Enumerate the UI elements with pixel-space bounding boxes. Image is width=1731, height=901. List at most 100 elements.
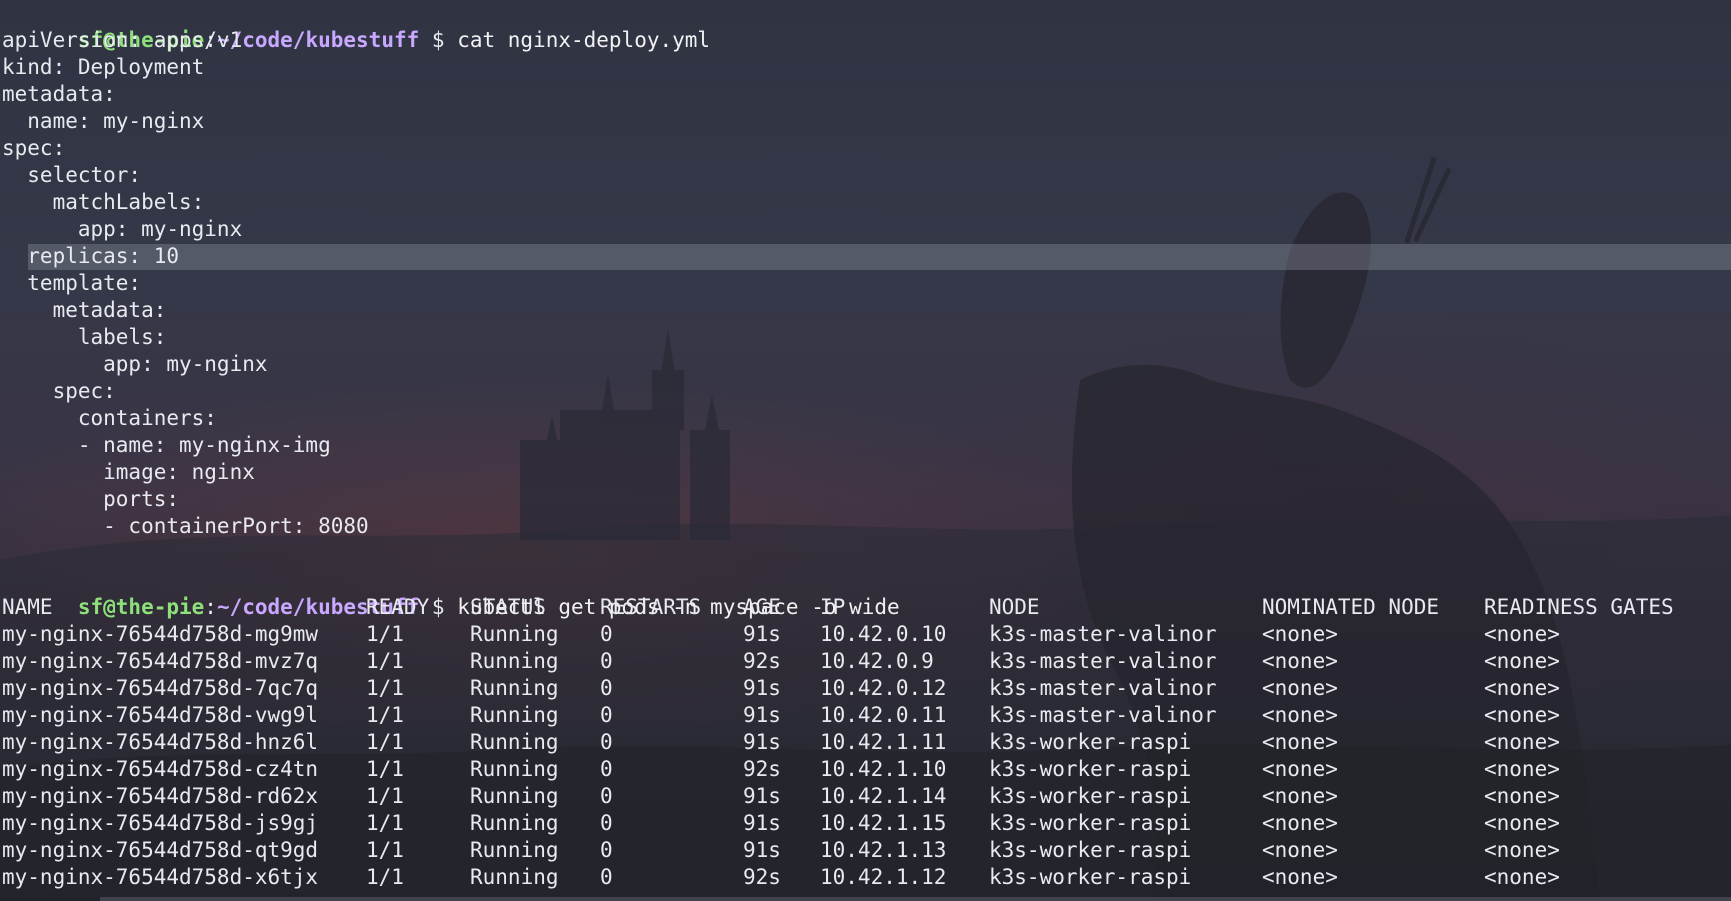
- cell-age: 91s: [743, 676, 781, 700]
- cell-restarts: 0: [600, 838, 613, 862]
- cell-age: 91s: [743, 811, 781, 835]
- cell-node: k3s-master-valinor: [989, 703, 1217, 727]
- cell-pod-name: my-nginx-76544d758d-mvz7q: [2, 649, 319, 673]
- cell-ip: 10.42.1.14: [820, 784, 947, 808]
- cell-nominated-node: <none>: [1262, 730, 1338, 754]
- cell-restarts: 0: [600, 757, 613, 781]
- yaml-line: apiVersion: apps/v1: [2, 28, 243, 52]
- cell-nominated-node: <none>: [1262, 784, 1338, 808]
- cell-status: Running: [470, 730, 559, 754]
- cell-ready: 1/1: [366, 811, 404, 835]
- cell-age: 92s: [743, 757, 781, 781]
- horizontal-scrollbar[interactable]: [100, 897, 1731, 901]
- table-header-row: NAME READY STATUS RESTARTS AGE IP NODE N…: [2, 594, 1731, 621]
- header-name: NAME: [2, 595, 53, 619]
- prompt-line-kubectl: sf@the-pie:~/code/kubestuff $ kubectl ge…: [2, 567, 1731, 619]
- cell-readiness-gates: <none>: [1484, 703, 1560, 727]
- header-node: NODE: [989, 595, 1040, 619]
- cell-restarts: 0: [600, 730, 613, 754]
- cell-node: k3s-worker-raspi: [989, 757, 1192, 781]
- cell-age: 91s: [743, 784, 781, 808]
- cell-ip: 10.42.1.13: [820, 838, 947, 862]
- cell-readiness-gates: <none>: [1484, 649, 1560, 673]
- yaml-line: app: my-nginx: [2, 217, 243, 241]
- cell-ip: 10.42.1.11: [820, 730, 947, 754]
- cell-readiness-gates: <none>: [1484, 811, 1560, 835]
- cell-status: Running: [470, 784, 559, 808]
- cell-pod-name: my-nginx-76544d758d-vwg9l: [2, 703, 319, 727]
- cell-node: k3s-master-valinor: [989, 676, 1217, 700]
- yaml-line: ports:: [2, 487, 180, 511]
- terminal-output[interactable]: sf@the-pie:~/code/kubestuff $ cat nginx-…: [2, 0, 1731, 891]
- cell-nominated-node: <none>: [1262, 757, 1338, 781]
- cell-age: 91s: [743, 730, 781, 754]
- cell-ready: 1/1: [366, 757, 404, 781]
- yaml-line: kind: Deployment: [2, 55, 205, 79]
- cell-age: 91s: [743, 703, 781, 727]
- yaml-line: app: my-nginx: [2, 352, 268, 376]
- cell-status: Running: [470, 757, 559, 781]
- cell-ready: 1/1: [366, 622, 404, 646]
- cell-readiness-gates: <none>: [1484, 676, 1560, 700]
- yaml-line: name: my-nginx: [2, 109, 205, 133]
- header-restarts: RESTARTS: [600, 595, 702, 619]
- table-row: my-nginx-76544d758d-js9gj 1/1 Running 0 91s 1…: [2, 810, 1731, 837]
- cell-nominated-node: <none>: [1262, 838, 1338, 862]
- header-ready: READY: [366, 595, 430, 619]
- cell-age: 91s: [743, 838, 781, 862]
- cell-age: 92s: [743, 865, 781, 889]
- cell-ip: 10.42.0.10: [820, 622, 947, 646]
- cell-node: k3s-worker-raspi: [989, 811, 1192, 835]
- cell-nominated-node: <none>: [1262, 649, 1338, 673]
- cell-ip: 10.42.1.10: [820, 757, 947, 781]
- yaml-line: labels:: [2, 325, 167, 349]
- cell-age: 92s: [743, 649, 781, 673]
- cell-ready: 1/1: [366, 730, 404, 754]
- cell-ready: 1/1: [366, 649, 404, 673]
- cell-restarts: 0: [600, 784, 613, 808]
- yaml-line: matchLabels:: [2, 190, 205, 214]
- cell-node: k3s-worker-raspi: [989, 784, 1192, 808]
- yaml-line: containers:: [2, 406, 217, 430]
- cell-status: Running: [470, 703, 559, 727]
- cell-restarts: 0: [600, 811, 613, 835]
- header-age: AGE: [743, 595, 781, 619]
- cell-nominated-node: <none>: [1262, 703, 1338, 727]
- cell-readiness-gates: <none>: [1484, 622, 1560, 646]
- yaml-line: selector:: [2, 163, 142, 187]
- cell-ready: 1/1: [366, 676, 404, 700]
- cell-ip: 10.42.0.11: [820, 703, 947, 727]
- table-row: my-nginx-76544d758d-hnz6l 1/1 Running 0 91s 1…: [2, 729, 1731, 756]
- cell-readiness-gates: <none>: [1484, 730, 1560, 754]
- cell-status: Running: [470, 811, 559, 835]
- cell-node: k3s-worker-raspi: [989, 730, 1192, 754]
- cell-nominated-node: <none>: [1262, 622, 1338, 646]
- cell-ip: 10.42.1.15: [820, 811, 947, 835]
- yaml-line: metadata:: [2, 298, 167, 322]
- cell-readiness-gates: <none>: [1484, 784, 1560, 808]
- cell-ready: 1/1: [366, 865, 404, 889]
- table-row: my-nginx-76544d758d-cz4tn 1/1 Running 0 92s 1…: [2, 756, 1731, 783]
- yaml-output: apiVersion: apps/v1 kind: Deployment met…: [2, 27, 1731, 540]
- cell-pod-name: my-nginx-76544d758d-qt9gd: [2, 838, 319, 862]
- yaml-line: template:: [2, 271, 142, 295]
- cell-pod-name: my-nginx-76544d758d-cz4tn: [2, 757, 319, 781]
- cell-restarts: 0: [600, 703, 613, 727]
- pods-table: NAME READY STATUS RESTARTS AGE IP NODE N…: [2, 594, 1731, 891]
- table-row: my-nginx-76544d758d-vwg9l 1/1 Running 0 91s 1…: [2, 702, 1731, 729]
- cell-node: k3s-master-valinor: [989, 622, 1217, 646]
- table-row: my-nginx-76544d758d-7qc7q 1/1 Running 0 91s 1…: [2, 675, 1731, 702]
- table-row: my-nginx-76544d758d-rd62x 1/1 Running 0 91s 1…: [2, 783, 1731, 810]
- yaml-line: - name: my-nginx-img: [2, 433, 331, 457]
- cell-ip: 10.42.0.12: [820, 676, 947, 700]
- cell-node: k3s-master-valinor: [989, 649, 1217, 673]
- terminal-window[interactable]: sf@the-pie:~/code/kubestuff $ cat nginx-…: [0, 0, 1731, 901]
- table-row: my-nginx-76544d758d-mg9mw 1/1 Running 0 91s 1…: [2, 621, 1731, 648]
- yaml-line-highlighted: replicas: 10: [2, 243, 1731, 270]
- header-ip: IP: [820, 595, 846, 619]
- yaml-line: spec:: [2, 136, 66, 160]
- cell-readiness-gates: <none>: [1484, 865, 1560, 889]
- cell-pod-name: my-nginx-76544d758d-7qc7q: [2, 676, 319, 700]
- cell-status: Running: [470, 676, 559, 700]
- table-row: my-nginx-76544d758d-x6tjx 1/1 Running 0 92s 1…: [2, 864, 1731, 891]
